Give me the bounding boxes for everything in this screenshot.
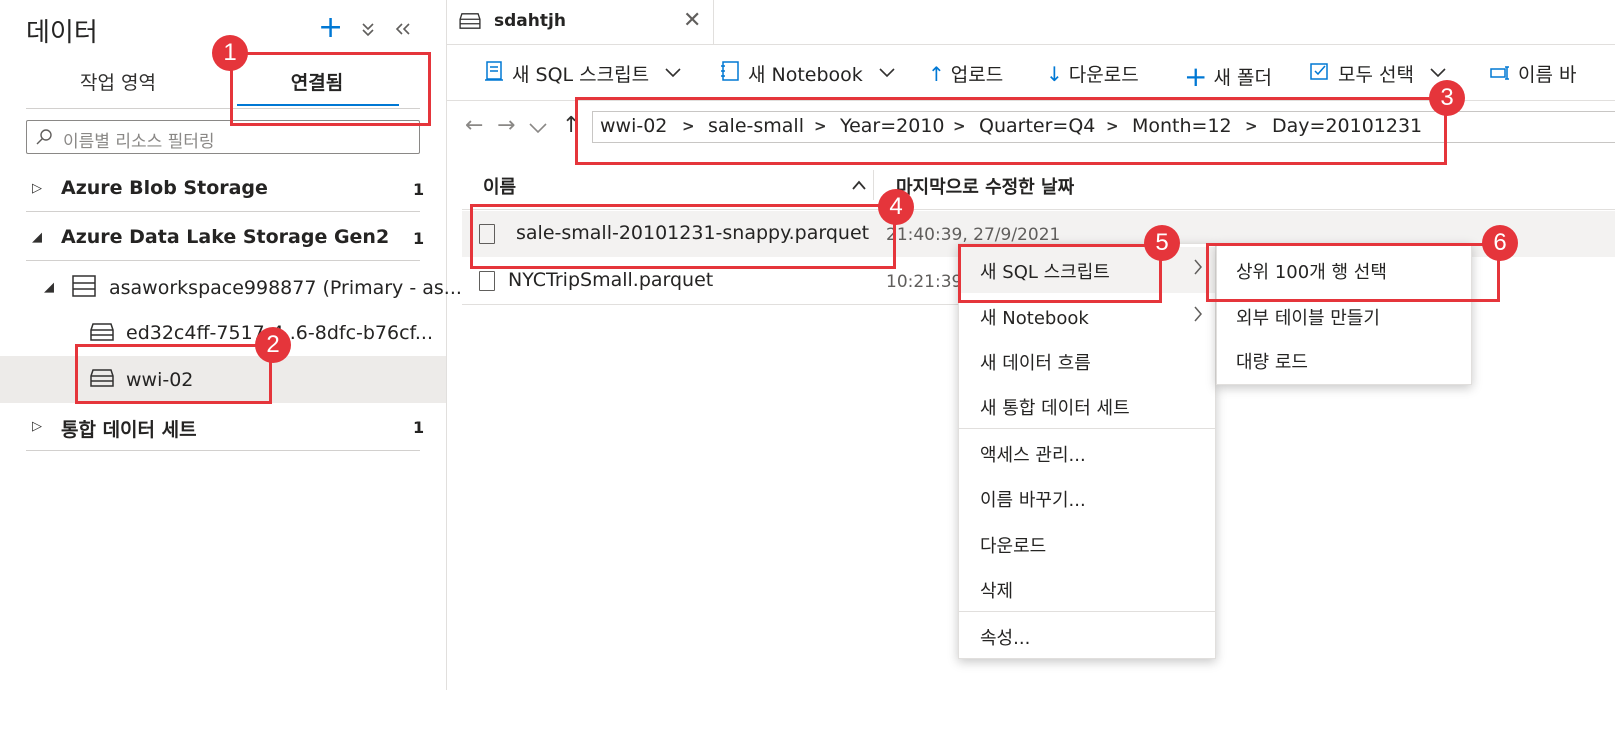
container-icon bbox=[459, 12, 481, 34]
menu-separator bbox=[959, 611, 1215, 612]
tree-item-workspace[interactable]: asaworkspace998877 (Primary - as... bbox=[109, 277, 462, 299]
callout-badge-6: 6 bbox=[1482, 225, 1518, 261]
callout-highlight-6 bbox=[1206, 243, 1500, 302]
tree-item-azure-blob[interactable]: Azure Blob Storage bbox=[61, 177, 268, 199]
rename-label: 이름 바 bbox=[1518, 64, 1577, 86]
download-icon: ↓ bbox=[1046, 61, 1063, 86]
tree-divider bbox=[26, 260, 420, 261]
menu-item-delete[interactable]: 삭제 bbox=[980, 577, 1013, 603]
callout-highlight-4 bbox=[470, 204, 896, 269]
sort-ascending-icon[interactable] bbox=[852, 175, 866, 194]
container-icon bbox=[90, 322, 114, 346]
document-tab[interactable]: sdahtjh ✕ bbox=[447, 0, 714, 44]
expand-caret-icon[interactable]: ▷ bbox=[32, 419, 42, 434]
new-notebook-button[interactable]: 새 Notebook bbox=[720, 60, 895, 87]
select-all-button[interactable]: 모두 선택 bbox=[1310, 60, 1446, 87]
column-header-name[interactable]: 이름 bbox=[483, 173, 516, 199]
menu-item-new-data-flow[interactable]: 새 데이터 흐름 bbox=[980, 349, 1091, 375]
bottom-whitespace bbox=[0, 690, 1615, 754]
collapse-caret-icon[interactable]: ◢ bbox=[32, 230, 42, 245]
chevron-down-icon bbox=[879, 66, 895, 82]
file-icon bbox=[479, 271, 495, 291]
sql-script-icon bbox=[484, 60, 506, 87]
rename-button[interactable]: 이름 바 bbox=[1490, 60, 1576, 87]
column-header-modified[interactable]: 마지막으로 수정한 날짜 bbox=[896, 173, 1074, 199]
new-sql-label: 새 SQL 스크립트 bbox=[512, 64, 650, 86]
upload-button[interactable]: ↑ 업로드 bbox=[928, 60, 1003, 87]
tree-item-adls-gen2[interactable]: Azure Data Lake Storage Gen2 bbox=[61, 226, 389, 248]
column-divider[interactable] bbox=[873, 170, 874, 200]
callout-highlight-3 bbox=[575, 97, 1447, 165]
callout-badge-5: 5 bbox=[1144, 225, 1180, 261]
close-icon[interactable]: ✕ bbox=[683, 8, 701, 33]
menu-item-new-integration-dataset[interactable]: 새 통합 데이터 세트 bbox=[980, 394, 1130, 420]
menu-item-manage-access[interactable]: 액세스 관리... bbox=[980, 441, 1086, 467]
download-label: 다운로드 bbox=[1068, 64, 1139, 86]
checkbox-icon bbox=[1310, 61, 1332, 86]
new-notebook-label: 새 Notebook bbox=[748, 64, 863, 86]
document-tab-label: sdahtjh bbox=[494, 11, 566, 31]
file-name: NYCTripSmall.parquet bbox=[508, 269, 714, 291]
menu-separator bbox=[959, 428, 1215, 429]
history-chevron-icon[interactable] bbox=[529, 116, 547, 141]
back-icon[interactable]: ← bbox=[465, 113, 483, 138]
menu-item-bulk-load[interactable]: 대량 로드 bbox=[1236, 348, 1308, 374]
add-icon[interactable]: + bbox=[318, 10, 343, 45]
callout-highlight-2 bbox=[75, 344, 272, 404]
tree-item-integration-datasets[interactable]: 통합 데이터 세트 bbox=[61, 415, 197, 442]
filter-placeholder: 이름별 리소스 필터링 bbox=[63, 132, 215, 152]
menu-item-create-external-table[interactable]: 외부 테이블 만들기 bbox=[1236, 304, 1380, 330]
collapse-caret-icon[interactable]: ◢ bbox=[44, 280, 54, 295]
callout-highlight-5 bbox=[958, 244, 1162, 303]
select-all-label: 모두 선택 bbox=[1338, 64, 1414, 86]
download-button[interactable]: ↓ 다운로드 bbox=[1046, 60, 1139, 87]
storage-account-icon bbox=[72, 275, 96, 301]
chevron-right-icon bbox=[1193, 259, 1203, 279]
tree-divider bbox=[26, 450, 420, 451]
callout-badge-2: 2 bbox=[255, 327, 291, 363]
integration-count: 1 bbox=[413, 418, 425, 437]
callout-badge-1: 1 bbox=[212, 35, 248, 71]
azure-blob-count: 1 bbox=[413, 180, 425, 199]
file-modified-date: 10:21:39 bbox=[886, 272, 963, 292]
expand-all-icon[interactable] bbox=[360, 18, 376, 43]
adls-gen2-count: 1 bbox=[413, 229, 425, 248]
collapse-panel-icon[interactable] bbox=[394, 18, 412, 43]
forward-icon[interactable]: → bbox=[497, 113, 515, 138]
new-sql-script-button[interactable]: 새 SQL 스크립트 bbox=[484, 60, 681, 87]
callout-badge-4: 4 bbox=[878, 189, 914, 225]
panel-title: 데이터 bbox=[26, 18, 98, 48]
callout-badge-3: 3 bbox=[1429, 80, 1465, 116]
tree-divider bbox=[26, 211, 420, 212]
new-folder-label: 새 폴더 bbox=[1213, 67, 1272, 89]
new-folder-button[interactable]: + 새 폴더 bbox=[1184, 60, 1272, 93]
context-menu: 새 SQL 스크립트 새 Notebook 새 데이터 흐름 새 통합 데이터 … bbox=[958, 243, 1216, 659]
callout-highlight-1 bbox=[230, 52, 431, 126]
menu-item-properties[interactable]: 속성... bbox=[980, 624, 1030, 650]
menu-item-download[interactable]: 다운로드 bbox=[980, 532, 1046, 558]
tab-workspace[interactable]: 작업 영역 bbox=[20, 68, 216, 95]
notebook-icon bbox=[720, 60, 742, 87]
menu-item-new-notebook[interactable]: 새 Notebook bbox=[980, 304, 1089, 330]
menu-item-rename[interactable]: 이름 바꾸기... bbox=[980, 486, 1086, 512]
plus-icon: + bbox=[1184, 60, 1208, 93]
upload-label: 업로드 bbox=[950, 64, 1004, 86]
search-icon bbox=[35, 128, 53, 146]
row-divider bbox=[462, 304, 958, 305]
upload-icon: ↑ bbox=[928, 61, 945, 86]
rename-icon bbox=[1490, 62, 1512, 86]
chevron-down-icon bbox=[1430, 66, 1446, 82]
chevron-down-icon bbox=[665, 66, 681, 82]
file-modified-date: 21:40:39, 27/9/2021 bbox=[886, 225, 1061, 245]
expand-caret-icon[interactable]: ▷ bbox=[32, 181, 42, 196]
chevron-right-icon bbox=[1193, 306, 1203, 326]
